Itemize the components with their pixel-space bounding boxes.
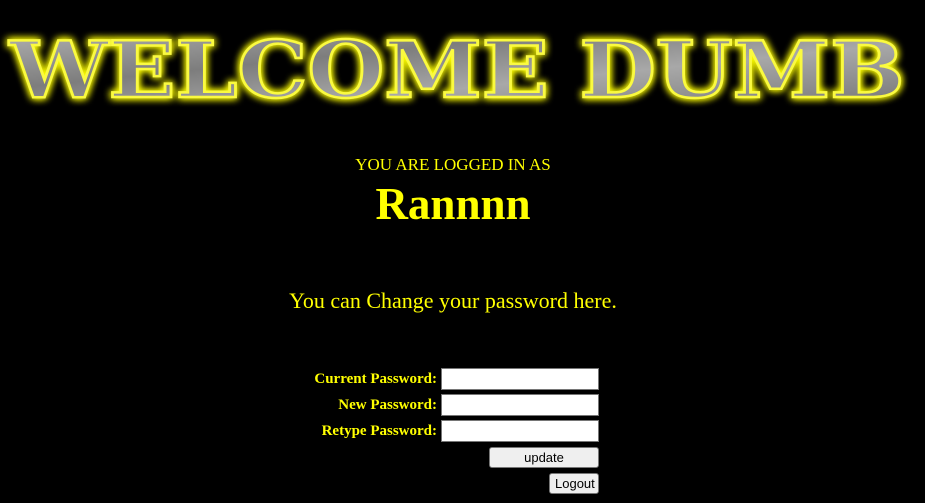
current-password-input[interactable] (441, 368, 599, 390)
retype-password-row: Retype Password: (0, 420, 925, 442)
banner-text: WELCOME DUMB (8, 25, 904, 110)
new-password-input[interactable] (441, 394, 599, 416)
retype-password-input[interactable] (441, 420, 599, 442)
welcome-banner: WELCOME DUMB (0, 22, 915, 110)
new-password-row: New Password: (0, 394, 925, 416)
current-password-label: Current Password: (314, 371, 437, 387)
logout-button[interactable]: Logout (549, 473, 599, 494)
logged-in-label: YOU ARE LOGGED IN AS (355, 155, 551, 174)
update-password-button[interactable]: update password (489, 447, 599, 484)
page: WELCOME DUMB YOU ARE LOGGED IN AS Rannnn… (0, 0, 925, 503)
new-password-label: New Password: (338, 397, 437, 413)
username-heading: Rannnn (375, 179, 531, 229)
current-password-row: Current Password: (0, 368, 925, 390)
change-password-message: You can Change your password here. (289, 288, 617, 313)
banner-logo-image: WELCOME DUMB (7, 24, 906, 110)
retype-password-label: Retype Password: (321, 423, 437, 439)
